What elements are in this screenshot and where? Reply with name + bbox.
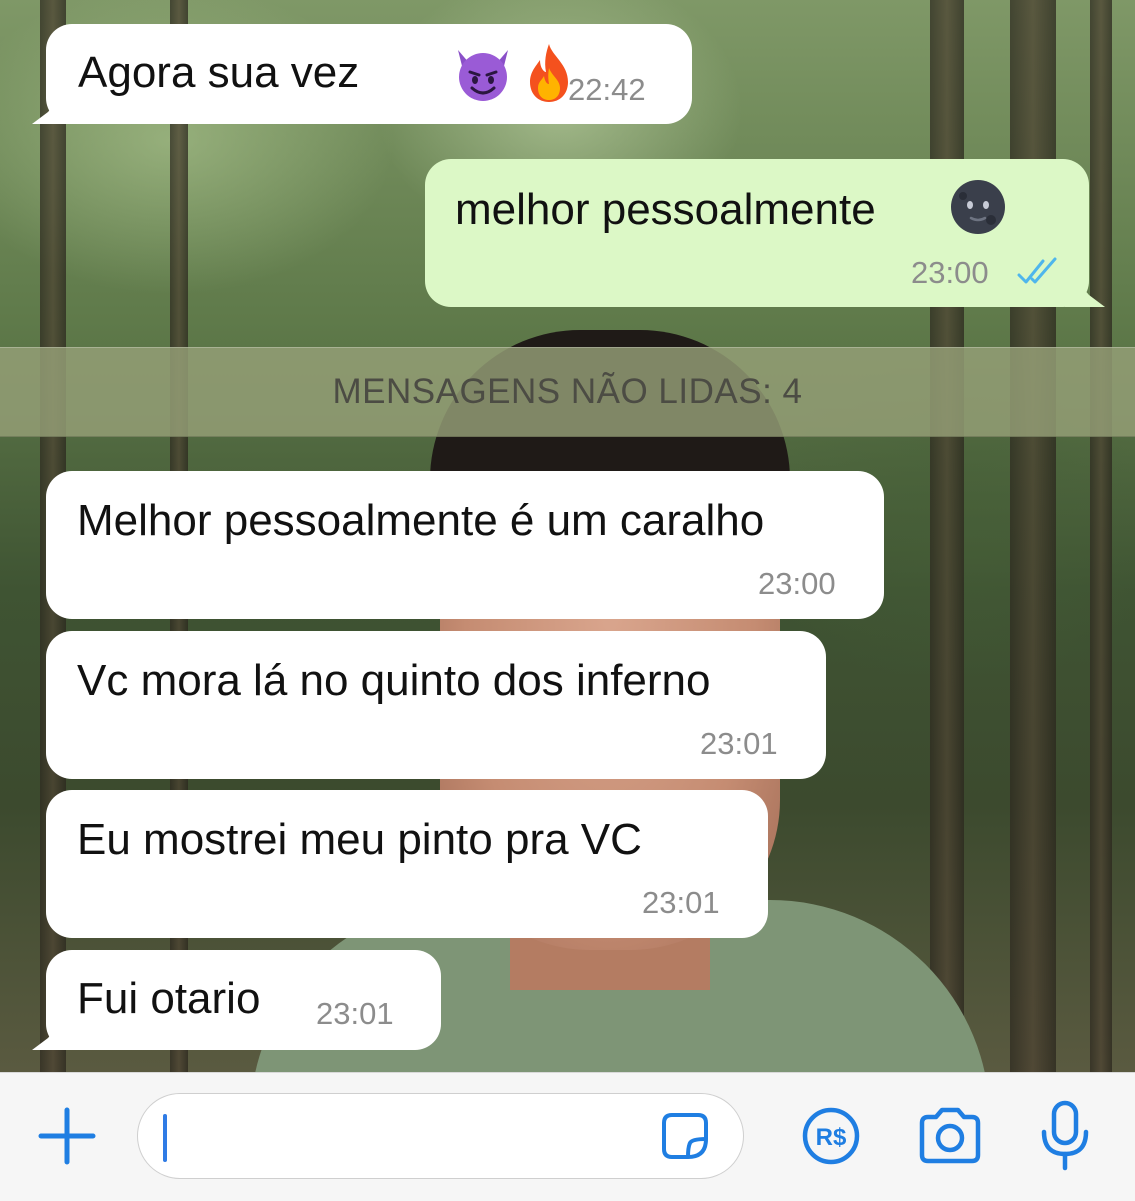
message-text: Eu mostrei meu pinto pra VC bbox=[77, 815, 642, 864]
sticker-icon[interactable] bbox=[658, 1109, 712, 1163]
smiling-devil-icon bbox=[458, 50, 508, 101]
microphone-icon[interactable] bbox=[1037, 1100, 1093, 1172]
text-caret bbox=[163, 1114, 167, 1162]
message-bubble-incoming[interactable]: Eu mostrei meu pinto pra VC 23:01 bbox=[46, 790, 768, 938]
message-bubble-incoming[interactable]: Agora sua vez 22:42 bbox=[32, 24, 692, 124]
message-bubble-incoming[interactable]: Melhor pessoalmente é um caralho 23:00 bbox=[46, 471, 884, 619]
chat-background: Agora sua vez 22:42 melhor pessoalmente bbox=[0, 0, 1135, 1072]
double-check-read-icon bbox=[1017, 257, 1057, 284]
message-text: Vc mora lá no quinto dos inferno bbox=[77, 656, 711, 705]
message-timestamp: 23:01 bbox=[700, 726, 778, 761]
message-text: Melhor pessoalmente é um caralho bbox=[77, 496, 765, 545]
message-bubble-incoming[interactable]: Fui otario 23:01 bbox=[32, 950, 441, 1050]
message-timestamp: 22:42 bbox=[568, 72, 646, 107]
message-timestamp: 23:01 bbox=[316, 996, 394, 1031]
payment-label: R$ bbox=[816, 1124, 847, 1151]
message-input[interactable] bbox=[137, 1093, 744, 1179]
message-text: melhor pessoalmente bbox=[455, 185, 876, 234]
tree-trunk bbox=[1090, 0, 1112, 1072]
message-bubble-incoming[interactable]: Vc mora lá no quinto dos inferno 23:01 bbox=[46, 631, 826, 779]
plus-icon[interactable] bbox=[37, 1106, 97, 1166]
message-text: Fui otario bbox=[77, 974, 261, 1023]
message-timestamp: 23:00 bbox=[758, 566, 836, 601]
unread-messages-banner: MENSAGENS NÃO LIDAS: 4 bbox=[0, 347, 1135, 437]
new-moon-face-icon bbox=[951, 180, 1005, 234]
message-text: Agora sua vez bbox=[78, 48, 360, 97]
message-input-bar: R$ bbox=[0, 1072, 1135, 1201]
camera-icon[interactable] bbox=[916, 1107, 984, 1165]
message-timestamp: 23:01 bbox=[642, 885, 720, 920]
message-timestamp: 23:00 bbox=[911, 255, 989, 290]
message-bubble-outgoing[interactable]: melhor pessoalmente 23:00 bbox=[425, 159, 1105, 307]
payment-icon[interactable]: R$ bbox=[801, 1106, 861, 1166]
